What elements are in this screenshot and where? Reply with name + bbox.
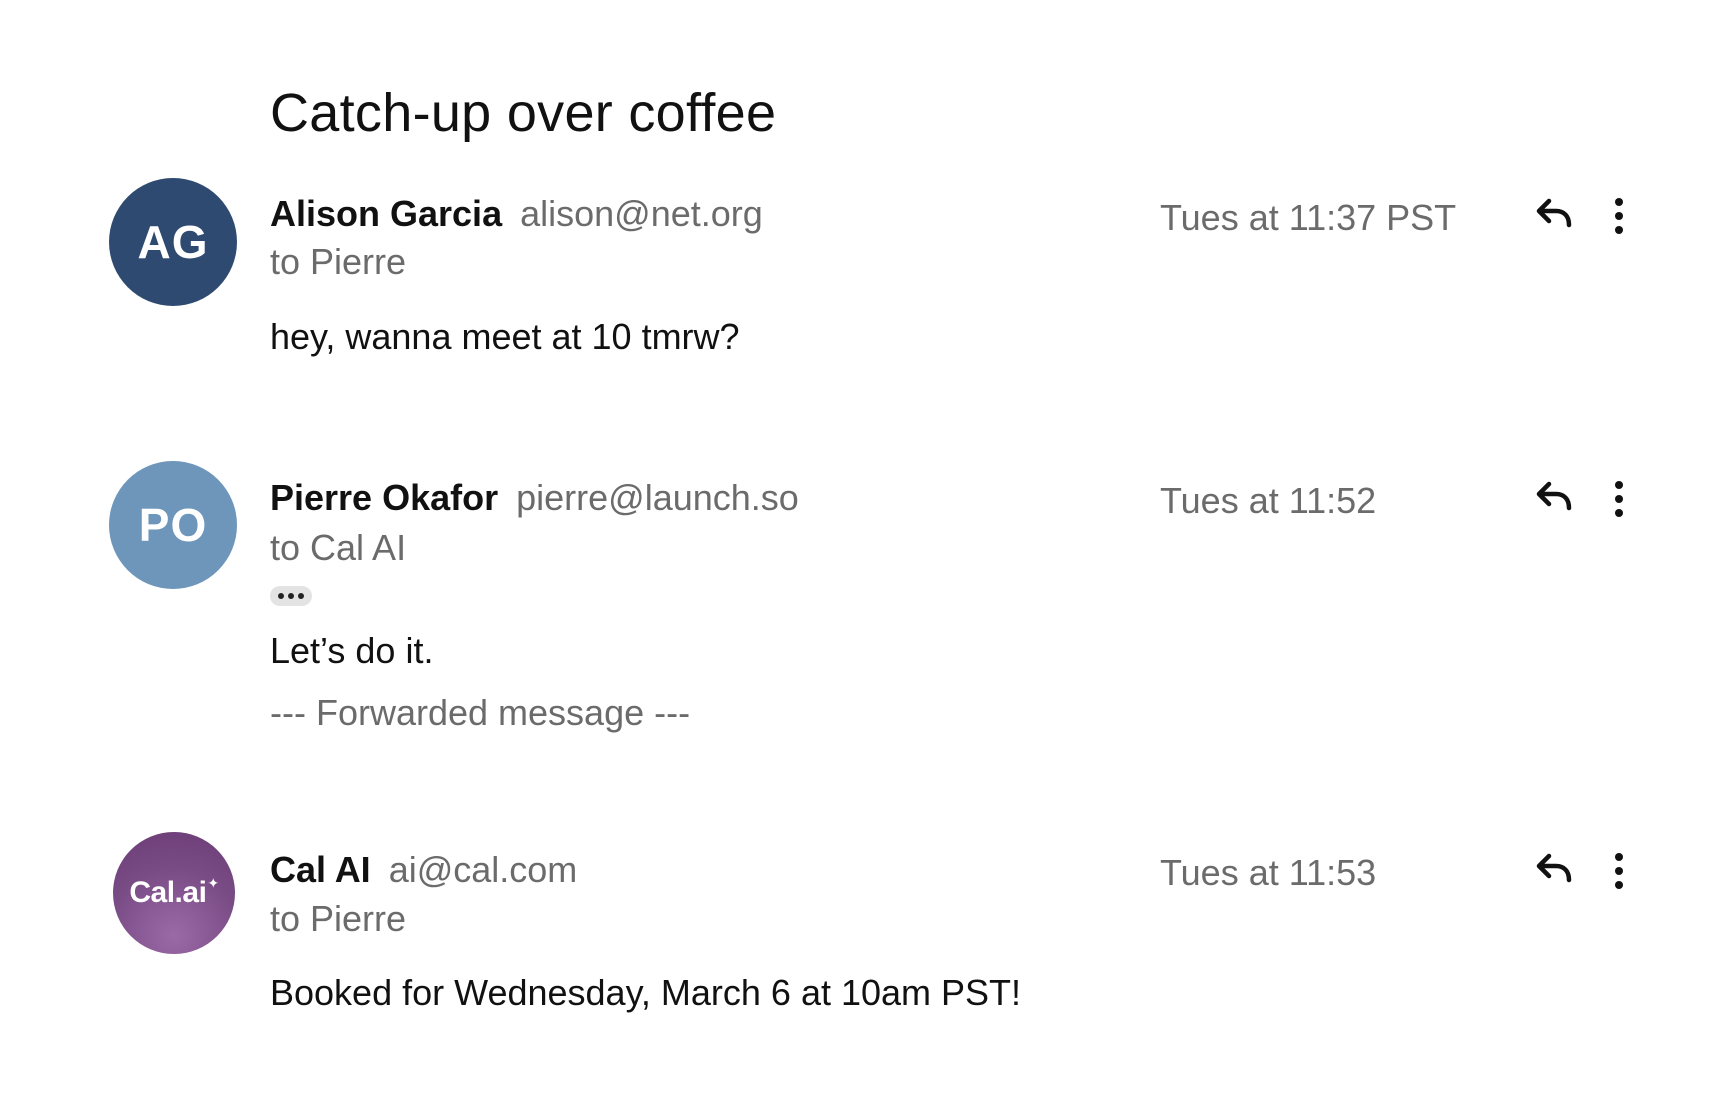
reply-button[interactable] — [1530, 473, 1578, 521]
more-options-button[interactable] — [1595, 847, 1643, 895]
sender-line: Pierre Okafor pierre@launch.so — [270, 477, 799, 519]
avatar[interactable]: AG — [109, 178, 237, 306]
reply-arrow-icon — [1536, 198, 1572, 228]
email-thread: Catch-up over coffee AG Alison Garcia ali… — [0, 0, 1728, 1117]
sender-name[interactable]: Pierre Okafor — [270, 477, 498, 518]
cal-ai-logo: Cal.ai — [129, 876, 207, 909]
avatar[interactable]: PO — [109, 461, 237, 589]
message-body: hey, wanna meet at 10 tmrw? — [270, 316, 740, 357]
thread-subject: Catch-up over coffee — [270, 83, 777, 143]
reply-arrow-icon — [1536, 481, 1572, 511]
sender-email[interactable]: pierre@launch.so — [516, 477, 799, 518]
vertical-ellipsis-icon — [1615, 481, 1623, 517]
sender-email[interactable]: alison@net.org — [520, 193, 763, 234]
show-trimmed-content-button[interactable] — [270, 586, 312, 606]
avatar[interactable]: Cal.ai ✦ — [113, 832, 235, 954]
more-options-button[interactable] — [1595, 475, 1643, 523]
recipient[interactable]: to Cal AI — [270, 527, 406, 569]
avatar-initials: AG — [137, 216, 209, 268]
vertical-ellipsis-icon — [1615, 853, 1623, 889]
vertical-ellipsis-icon — [1615, 198, 1623, 234]
sender-email[interactable]: ai@cal.com — [389, 849, 578, 890]
recipient[interactable]: to Pierre — [270, 241, 406, 283]
message-body: Let’s do it. — [270, 630, 434, 671]
message-body: Booked for Wednesday, March 6 at 10am PS… — [270, 972, 1022, 1013]
more-options-button[interactable] — [1595, 192, 1643, 240]
timestamp: Tues at 11:53 — [1160, 852, 1377, 893]
horizontal-ellipsis-icon — [278, 593, 284, 599]
ellipsis-dot — [288, 593, 294, 599]
sender-name[interactable]: Alison Garcia — [270, 193, 502, 234]
timestamp: Tues at 11:37 PST — [1160, 197, 1457, 238]
sparkle-icon: ✦ — [207, 874, 219, 891]
sender-name[interactable]: Cal AI — [270, 849, 371, 890]
reply-button[interactable] — [1530, 190, 1578, 238]
forwarded-message-label: --- Forwarded message --- — [270, 692, 691, 733]
sender-line: Cal AI ai@cal.com — [270, 849, 577, 891]
avatar-initials: PO — [138, 499, 208, 551]
reply-arrow-icon — [1536, 853, 1572, 883]
sender-line: Alison Garcia alison@net.org — [270, 193, 763, 235]
reply-button[interactable] — [1530, 845, 1578, 893]
timestamp: Tues at 11:52 — [1160, 480, 1377, 521]
recipient[interactable]: to Pierre — [270, 898, 406, 940]
ellipsis-dot — [298, 593, 304, 599]
